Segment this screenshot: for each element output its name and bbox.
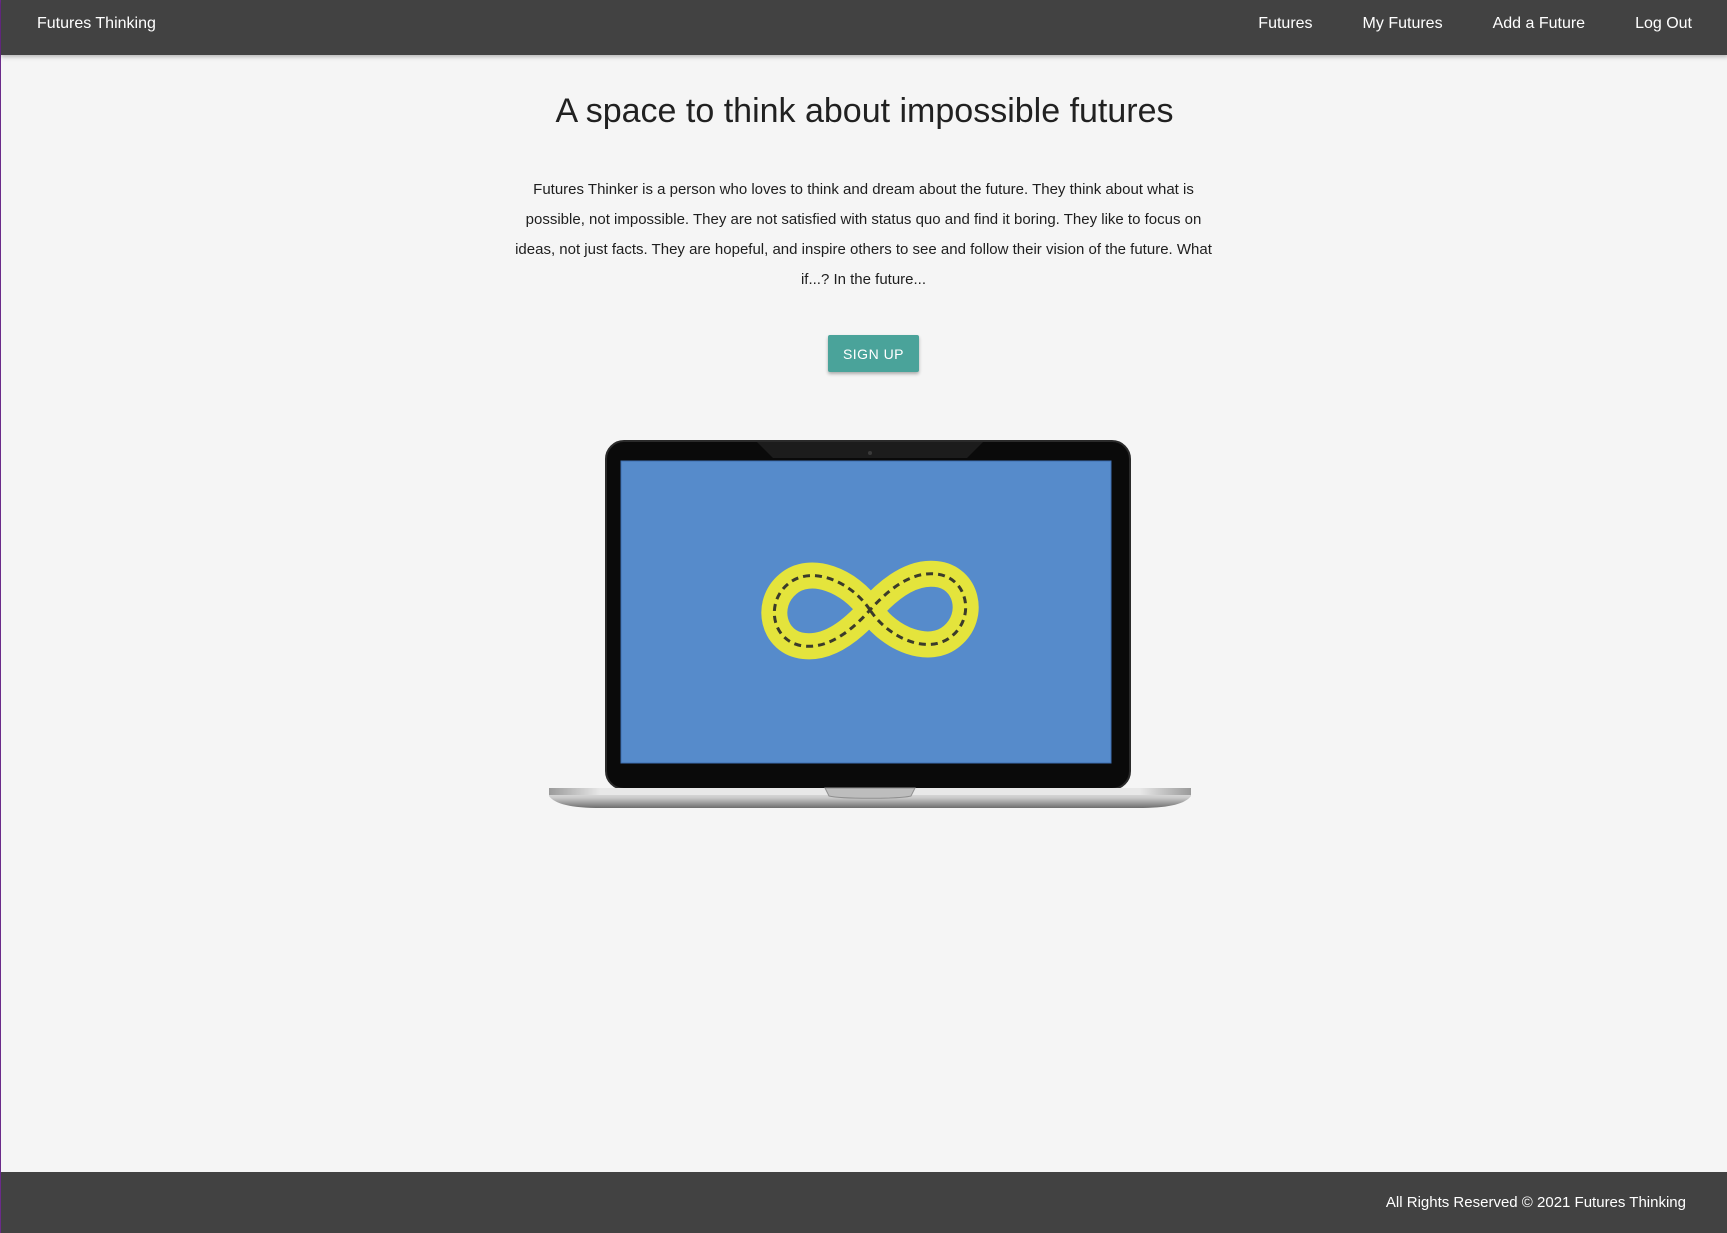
nav-link-futures[interactable]: Futures <box>1233 0 1337 47</box>
page-title: A space to think about impossible future… <box>555 92 1174 130</box>
page-footer: All Rights Reserved © 2021 Futures Think… <box>1 1172 1727 1233</box>
sign-up-button[interactable]: SIGN UP <box>828 335 919 372</box>
top-navbar: Futures Thinking Futures My Futures Add … <box>1 0 1727 55</box>
laptop-notch <box>824 787 916 799</box>
nav-link-my-futures[interactable]: My Futures <box>1338 0 1468 47</box>
brand-link[interactable]: Futures Thinking <box>37 0 156 47</box>
nav-link-log-out[interactable]: Log Out <box>1610 0 1727 47</box>
hero-description: Futures Thinker is a person who loves to… <box>515 181 1212 288</box>
nav-link-add-future[interactable]: Add a Future <box>1468 0 1611 47</box>
nav-links: Futures My Futures Add a Future Log Out <box>1233 0 1727 47</box>
footer-copyright: All Rights Reserved © 2021 Futures Think… <box>1385 1194 1686 1211</box>
webcam-dot <box>868 451 872 455</box>
laptop-infinity-icon <box>549 440 1191 808</box>
